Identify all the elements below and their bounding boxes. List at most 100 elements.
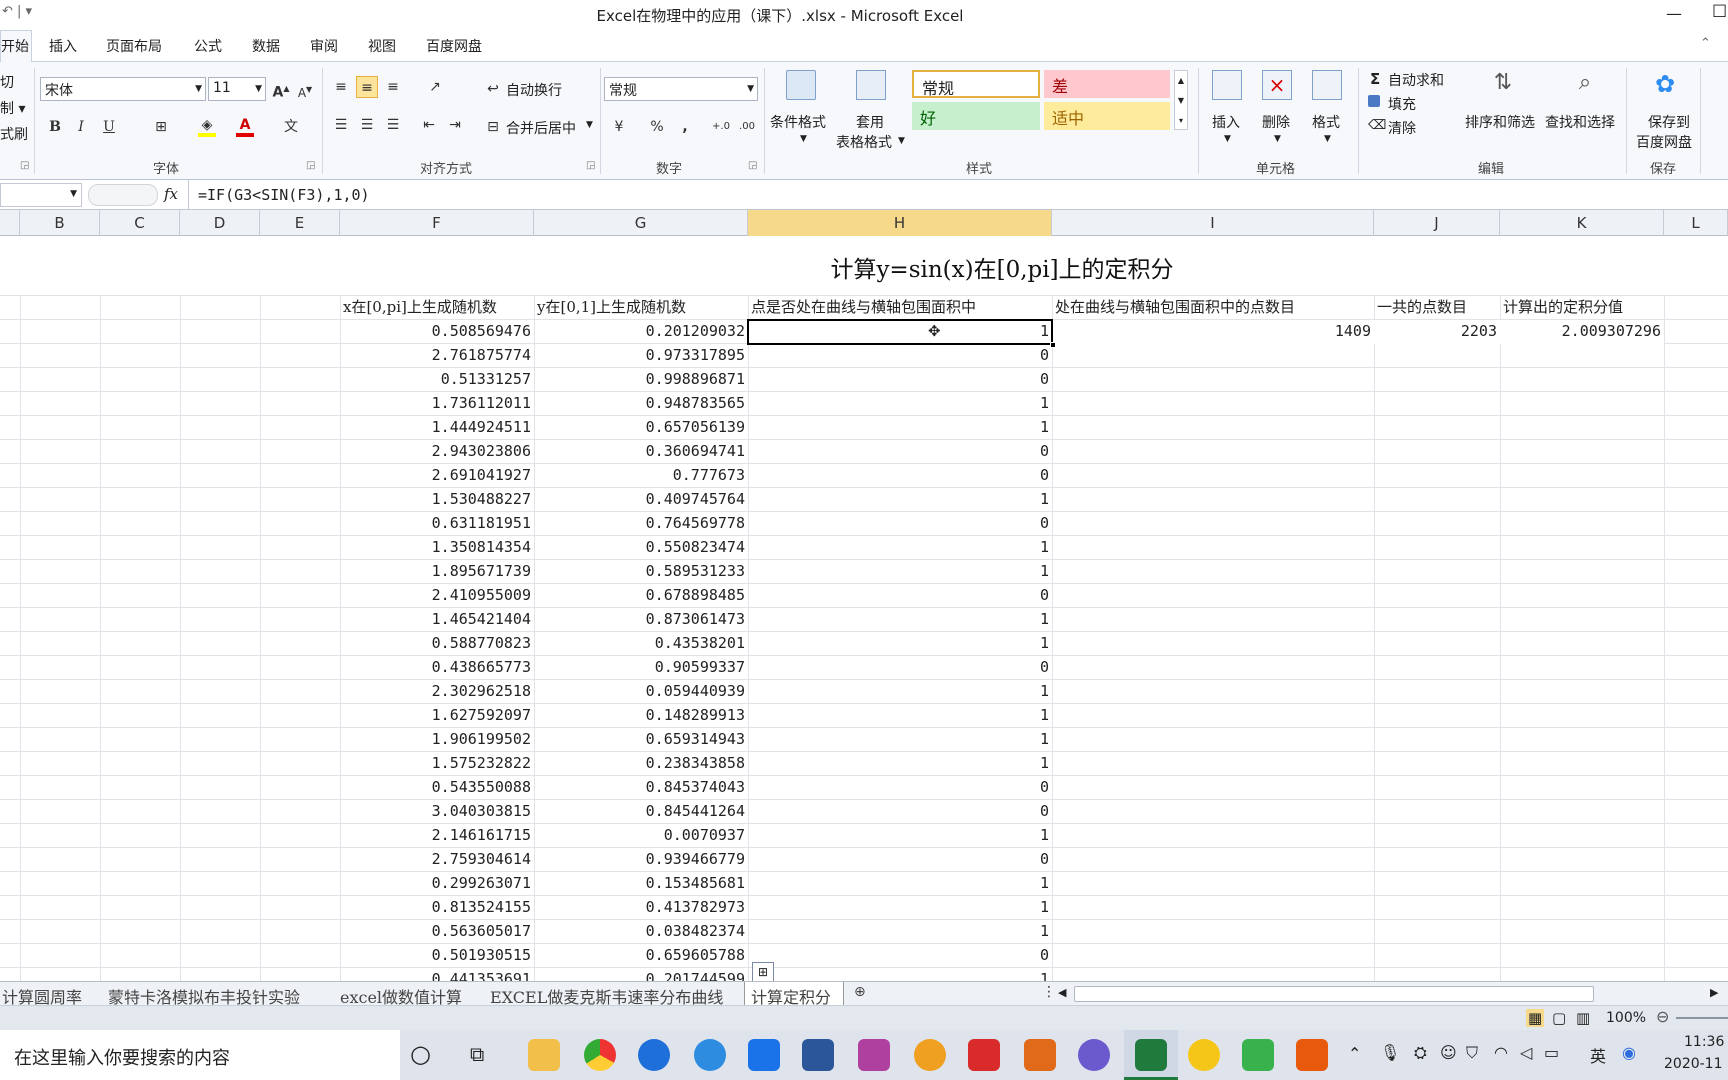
decrease-indent-icon[interactable]: ⇤ — [418, 114, 440, 136]
align-middle-icon[interactable]: ≡ — [356, 76, 378, 98]
x-value-cell[interactable]: 0.813524155 — [340, 896, 534, 920]
y-value-cell[interactable]: 0.413782973 — [534, 896, 748, 920]
excel-taskbar-active[interactable] — [1124, 1030, 1178, 1080]
x-value-cell[interactable]: 1.465421404 — [340, 608, 534, 632]
inside-flag-cell[interactable]: 0 — [748, 440, 1052, 464]
save-baidu-label[interactable]: 保存到 — [1648, 112, 1690, 132]
bold-button[interactable]: B — [44, 116, 66, 138]
y-value-cell[interactable]: 0.148289913 — [534, 704, 748, 728]
styles-scroll[interactable]: ▲ ▼ ▾ — [1174, 70, 1188, 130]
autosum-button[interactable]: 自动求和 — [1388, 70, 1444, 90]
col-header-b[interactable]: B — [20, 210, 100, 236]
header-cell-k[interactable]: 计算出的定积分值 — [1500, 296, 1664, 320]
inside-flag-cell[interactable]: 1 — [748, 488, 1052, 512]
x-value-cell[interactable]: 2.146161715 — [340, 824, 534, 848]
x-value-cell[interactable]: 0.563605017 — [340, 920, 534, 944]
name-box[interactable]: ▼ — [0, 183, 82, 207]
style-good[interactable]: 好 — [912, 102, 1040, 130]
grow-font-icon[interactable]: A▲ — [270, 78, 292, 101]
y-value-cell[interactable]: 0.059440939 — [534, 680, 748, 704]
merge-center-button[interactable]: 合并后居中 — [506, 118, 576, 138]
youdao-icon[interactable] — [968, 1039, 1000, 1071]
col-header-c[interactable]: C — [100, 210, 180, 236]
y-value-cell[interactable]: 0.657056139 — [534, 416, 748, 440]
inside-flag-cell[interactable]: 1 — [748, 968, 1052, 981]
header-cell-h[interactable]: 点是否处在曲线与横轴包围面积中 — [748, 296, 1052, 320]
y-value-cell[interactable]: 0.43538201 — [534, 632, 748, 656]
zoom-out-icon[interactable]: ⊖ — [1656, 1007, 1669, 1026]
col-header-k[interactable]: K — [1500, 210, 1664, 236]
integral-value[interactable]: 2.009307296 — [1500, 320, 1664, 344]
scroll-right-icon[interactable]: ▶ — [1710, 986, 1718, 999]
inside-flag-cell[interactable]: 0 — [748, 656, 1052, 680]
app-icon[interactable] — [858, 1039, 890, 1071]
formula-bar-resize[interactable] — [88, 184, 158, 206]
tab-review[interactable]: 审阅 — [310, 36, 338, 56]
y-value-cell[interactable]: 0.0070937 — [534, 824, 748, 848]
normal-view-icon[interactable]: ▦ — [1526, 1009, 1545, 1027]
table-format-button[interactable]: 表格格式 — [836, 132, 892, 152]
sheet-tab-integral[interactable]: 计算定积分 — [744, 982, 844, 1007]
align-center-icon[interactable]: ☰ — [356, 114, 378, 136]
task-view-icon[interactable]: ⧉ — [470, 1042, 484, 1066]
font-name-combo[interactable]: 宋体 ▼ — [40, 77, 206, 101]
x-value-cell[interactable]: 0.508569476 — [340, 320, 534, 344]
tray-app-icon[interactable]: ⛭ — [1414, 1043, 1427, 1063]
tab-formulas[interactable]: 公式 — [194, 36, 222, 56]
y-value-cell[interactable]: 0.659605788 — [534, 944, 748, 968]
chevron-down-icon[interactable]: ▼ — [586, 120, 593, 130]
y-value-cell[interactable]: 0.659314943 — [534, 728, 748, 752]
x-value-cell[interactable]: 1.444924511 — [340, 416, 534, 440]
border-icon[interactable]: ⊞ — [150, 116, 172, 138]
fill-button[interactable]: 填充 — [1388, 94, 1416, 114]
wrap-text-button[interactable]: 自动换行 — [506, 80, 562, 100]
tab-insert[interactable]: 插入 — [49, 36, 77, 56]
maximize-icon[interactable]: ☐ — [1712, 2, 1727, 22]
y-value-cell[interactable]: 0.201209032 — [534, 320, 748, 344]
minimize-icon[interactable]: — — [1666, 4, 1682, 23]
camtasia-icon[interactable] — [1242, 1039, 1274, 1071]
x-value-cell[interactable]: 0.543550088 — [340, 776, 534, 800]
clock-time[interactable]: 11:36 — [1684, 1034, 1724, 1050]
zoom-level[interactable]: 100% — [1606, 1010, 1646, 1026]
col-header-h[interactable]: H — [748, 210, 1052, 236]
fill-handle[interactable] — [1050, 342, 1056, 348]
wifi-icon[interactable]: ◠ — [1494, 1043, 1508, 1062]
x-value-cell[interactable]: 3.040303815 — [340, 800, 534, 824]
x-value-cell[interactable]: 0.438665773 — [340, 656, 534, 680]
align-top-icon[interactable]: ≡ — [330, 76, 352, 98]
inside-flag-cell[interactable]: 0 — [748, 464, 1052, 488]
font-color-icon[interactable]: A — [234, 114, 256, 137]
inside-flag-cell[interactable]: 1 — [748, 872, 1052, 896]
x-value-cell[interactable]: 0.51331257 — [340, 368, 534, 392]
total-points-value[interactable]: 2203 — [1374, 320, 1500, 344]
format-painter-button[interactable]: 式刷 — [0, 124, 28, 144]
x-value-cell[interactable]: 1.627592097 — [340, 704, 534, 728]
x-value-cell[interactable]: 2.943023806 — [340, 440, 534, 464]
copy-button[interactable]: 制 ▾ — [0, 98, 25, 118]
inside-flag-cell[interactable]: 1 — [748, 608, 1052, 632]
taskbar-search[interactable]: 在这里输入你要搜索的内容 — [0, 1030, 400, 1080]
style-normal[interactable]: 常规 — [912, 70, 1040, 98]
y-value-cell[interactable]: 0.038482374 — [534, 920, 748, 944]
delete-cells-button[interactable]: 删除 — [1262, 112, 1290, 132]
y-value-cell[interactable]: 0.845374043 — [534, 776, 748, 800]
col-header-f[interactable]: F — [340, 210, 534, 236]
zoom-slider[interactable] — [1676, 1017, 1728, 1019]
inside-flag-cell[interactable]: 0 — [748, 800, 1052, 824]
y-value-cell[interactable]: 0.777673 — [534, 464, 748, 488]
save-baidu-button[interactable]: 百度网盘 — [1636, 132, 1692, 152]
inside-flag-cell[interactable]: 0 — [748, 944, 1052, 968]
inside-flag-cell[interactable]: 1 — [748, 416, 1052, 440]
cut-button[interactable]: 切 — [0, 72, 14, 92]
inside-flag-cell[interactable]: 1 — [748, 680, 1052, 704]
decrease-decimal-icon[interactable]: .00 — [736, 116, 758, 138]
header-cell-f[interactable]: x在[0,pi]上生成随机数 — [340, 296, 534, 320]
percent-button[interactable]: % — [646, 116, 668, 138]
sort-filter-button[interactable]: 排序和筛选 — [1465, 112, 1535, 132]
inside-flag-cell[interactable]: 0 — [748, 368, 1052, 392]
scroll-left-icon[interactable]: ◀ — [1058, 986, 1066, 999]
table-format-label-1[interactable]: 套用 — [856, 112, 884, 132]
y-value-cell[interactable]: 0.550823474 — [534, 536, 748, 560]
inside-flag-cell[interactable]: 1 — [748, 560, 1052, 584]
